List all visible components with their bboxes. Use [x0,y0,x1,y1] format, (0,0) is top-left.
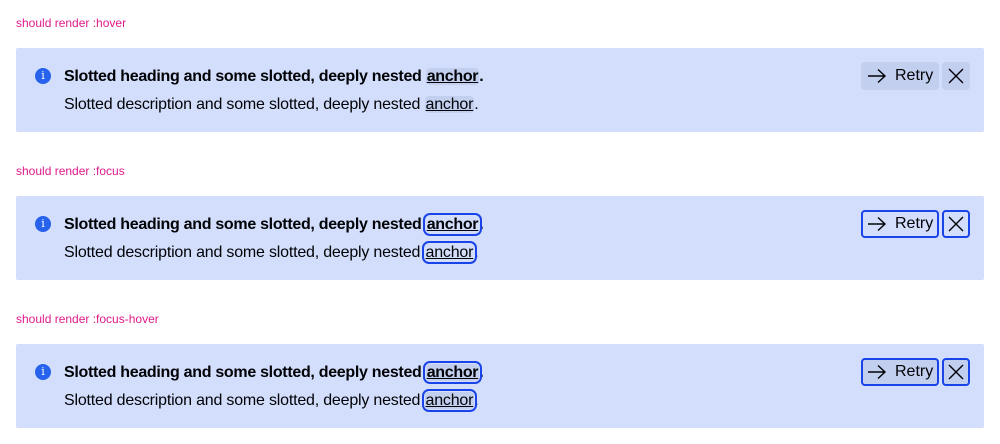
arrow-right-icon [868,364,887,380]
section-label-focus: should render :focus [16,164,125,178]
heading-period: . [479,68,484,85]
description-text: Slotted description and some slotted, de… [64,392,421,409]
description-anchor-link[interactable]: anchor [424,96,475,113]
retry-button[interactable]: Retry [861,358,940,386]
notification-banner-focus-hover: i Slotted heading and some slotted, deep… [16,344,984,428]
notification-banner-hover: i Slotted heading and some slotted, deep… [16,48,984,132]
banner-heading: Slotted heading and some slotted, deeply… [64,65,484,89]
retry-button[interactable]: Retry [861,210,940,238]
section-label-focus-hover: should render :focus-hover [16,312,159,326]
retry-label: Retry [895,363,934,380]
close-icon [948,364,964,380]
banner-heading: Slotted heading and some slotted, deeply… [64,361,484,385]
heading-period: . [479,364,484,381]
heading-anchor-link[interactable]: anchor [422,361,483,384]
description-text: Slotted description and some slotted, de… [64,96,421,113]
retry-label: Retry [895,215,934,232]
heading-anchor-link[interactable]: anchor [425,68,480,85]
close-icon [948,68,964,84]
heading-anchor-link[interactable]: anchor [422,213,483,236]
info-icon: i [35,68,51,84]
close-button[interactable] [942,358,970,386]
description-period: . [474,244,479,261]
banner-heading: Slotted heading and some slotted, deeply… [64,213,484,237]
notification-banner-focus: i Slotted heading and some slotted, deep… [16,196,984,280]
close-button[interactable] [942,62,970,90]
section-label-hover: should render :hover [16,16,127,30]
info-icon: i [35,364,51,380]
description-text: Slotted description and some slotted, de… [64,244,421,261]
heading-period: . [479,216,484,233]
banner-description: Slotted description and some slotted, de… [64,241,479,265]
arrow-right-icon [868,68,887,84]
close-icon [948,216,964,232]
retry-button[interactable]: Retry [861,62,940,90]
description-anchor-link[interactable]: anchor [421,389,478,412]
banner-description: Slotted description and some slotted, de… [64,93,479,117]
retry-label: Retry [895,67,934,84]
heading-text: Slotted heading and some slotted, deeply… [64,216,422,233]
description-anchor-link[interactable]: anchor [421,241,478,264]
description-period: . [474,96,479,113]
heading-text: Slotted heading and some slotted, deeply… [64,364,422,381]
close-button[interactable] [942,210,970,238]
description-period: . [474,392,479,409]
info-icon: i [35,216,51,232]
banner-description: Slotted description and some slotted, de… [64,389,479,413]
heading-text: Slotted heading and some slotted, deeply… [64,68,422,85]
arrow-right-icon [868,216,887,232]
